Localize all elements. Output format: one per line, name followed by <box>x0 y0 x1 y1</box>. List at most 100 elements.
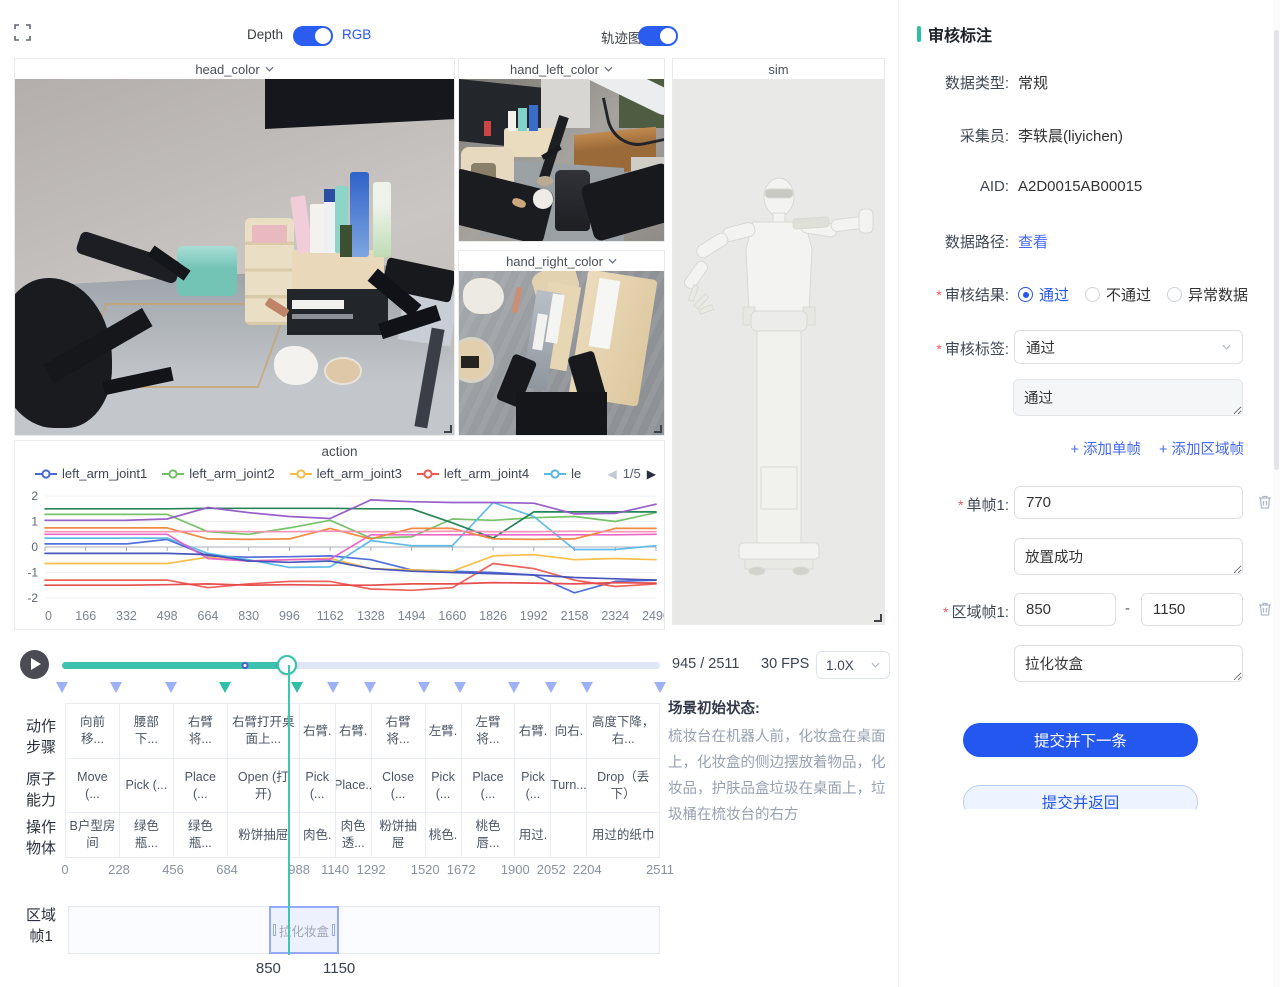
svg-text:664: 664 <box>198 609 219 623</box>
step-column[interactable]: 向前移...Move (...B户型房间 <box>66 704 120 858</box>
step-marker[interactable] <box>545 682 557 693</box>
legend-item[interactable]: left_arm_joint3 <box>290 466 402 481</box>
single-frame-input[interactable] <box>1014 486 1243 519</box>
legend-item[interactable]: le <box>544 466 581 481</box>
timeline-slider[interactable] <box>62 658 660 672</box>
step-marker[interactable] <box>165 682 177 693</box>
step-ability-cell: Drop（丢下） <box>587 759 659 813</box>
region-track[interactable]: 拉化妆盒 <box>68 906 660 954</box>
region-frame-note[interactable]: 拉化妆盒 <box>1014 645 1243 682</box>
play-button[interactable] <box>20 650 49 679</box>
hand-left-camera-header[interactable]: hand_left_color <box>459 59 664 79</box>
region-handle-left[interactable] <box>273 924 276 936</box>
legend-item[interactable]: left_arm_joint4 <box>417 466 529 481</box>
resize-corner[interactable] <box>654 425 662 433</box>
step-column[interactable]: 左臂将...Place (...桃色唇... <box>462 704 516 858</box>
frame-axis-tick: 2204 <box>573 862 602 877</box>
single-frame-note[interactable]: 放置成功 <box>1014 538 1243 575</box>
region-segment[interactable]: 拉化妆盒 <box>269 906 339 954</box>
step-marker[interactable] <box>327 682 339 693</box>
frame-axis-tick: 2052 <box>537 862 566 877</box>
legend-marker <box>162 469 184 479</box>
step-column[interactable]: 右臂.Pick (...肉色. <box>300 704 336 858</box>
step-marker[interactable] <box>508 682 520 693</box>
step-marker[interactable] <box>219 682 231 693</box>
region-end-input[interactable] <box>1141 593 1243 626</box>
region-start-input[interactable] <box>1014 593 1116 626</box>
row-header-ability: 原子能力 <box>20 769 62 811</box>
playhead-line[interactable] <box>288 665 290 955</box>
step-marker[interactable] <box>364 682 376 693</box>
depth-rgb-toggle[interactable] <box>293 26 333 46</box>
step-column[interactable]: 向右.Turn... <box>551 704 587 858</box>
delete-single-frame-icon[interactable] <box>1257 494 1273 510</box>
review-panel: 审核标注 数据类型: 常规 采集员: 李轶晨(liyichen) AID: A2… <box>898 0 1280 987</box>
step-ability-cell: Place (... <box>174 759 227 813</box>
review-result-radio-option[interactable]: 不通过 <box>1085 284 1151 305</box>
chevron-down-icon <box>265 66 274 72</box>
legend-next-icon[interactable]: ▶ <box>647 468 656 480</box>
speed-select[interactable]: 1.0X <box>816 651 890 679</box>
trajectory-toggle[interactable] <box>638 26 678 46</box>
review-result-radio-option[interactable]: 异常数据 <box>1167 284 1248 305</box>
step-object-cell <box>551 813 586 858</box>
legend-pagination: ◀ 1/5 ▶ <box>607 466 656 481</box>
svg-text:0: 0 <box>31 540 38 554</box>
add-region-frame-link[interactable]: + 添加区域帧 <box>1159 438 1244 459</box>
legend-item[interactable]: left_arm_joint2 <box>162 466 274 481</box>
head-camera-image <box>15 79 454 435</box>
review-tag-select[interactable]: 通过 <box>1014 330 1243 364</box>
step-action-cell: 向前移... <box>66 704 119 759</box>
step-column[interactable]: 腰部下...Pick (...绿色瓶... <box>120 704 174 858</box>
scrollbar-thumb[interactable] <box>1274 30 1279 470</box>
step-marker[interactable] <box>654 682 666 693</box>
step-column[interactable]: 右臂将...Close (...粉饼抽屉 <box>372 704 426 858</box>
delete-region-frame-icon[interactable] <box>1257 601 1273 617</box>
legend-prev-icon[interactable]: ◀ <box>607 468 616 480</box>
scene-description: 场景初始状态: 梳妆台在机器人前，化妆盒在桌面上，化妆盒的侧边摆放着物品，化妆品… <box>668 697 896 828</box>
view-link[interactable]: 查看 <box>1018 231 1048 252</box>
svg-text:1826: 1826 <box>479 609 507 623</box>
fps-label: 30 FPS <box>761 656 809 672</box>
region-handle-right[interactable] <box>332 924 335 936</box>
single-frame-dot[interactable] <box>242 662 249 669</box>
step-marker[interactable] <box>110 682 122 693</box>
resize-corner[interactable] <box>874 614 882 622</box>
step-column[interactable]: 左臂.Pick (...桃色. <box>426 704 462 858</box>
title-accent-bar <box>917 26 921 42</box>
step-marker[interactable] <box>418 682 430 693</box>
panel-scrollbar[interactable] <box>1273 0 1280 987</box>
submit-return-button[interactable]: 提交并返回 <box>963 785 1198 809</box>
step-marker[interactable] <box>291 682 303 693</box>
info-row-aid: AID: A2D0015AB00015 <box>917 178 1247 195</box>
step-object-cell: 绿色瓶... <box>120 813 173 858</box>
step-object-cell: 用过. <box>515 813 550 858</box>
step-column[interactable]: 右臂.Place..肉色透... <box>336 704 372 858</box>
resize-corner[interactable] <box>444 425 452 433</box>
fullscreen-icon[interactable] <box>14 24 31 41</box>
region-bound-labels: 8501150 <box>68 960 660 978</box>
head-camera-header[interactable]: head_color <box>15 59 454 79</box>
step-object-cell: 绿色瓶... <box>174 813 227 858</box>
legend-item[interactable]: left_arm_joint1 <box>35 466 147 481</box>
svg-text:2324: 2324 <box>601 609 629 623</box>
frame-axis-tick: 1900 <box>501 862 530 877</box>
step-column[interactable]: 右臂.Pick (...用过. <box>515 704 551 858</box>
step-column[interactable]: 高度下降，右...Drop（丢下）用过的纸巾 <box>587 704 660 858</box>
step-column[interactable]: 右臂将...Place (...绿色瓶... <box>174 704 228 858</box>
action-chart-panel: action left_arm_joint1 left_arm_joint2 l… <box>14 440 665 630</box>
step-object-cell: 桃色唇... <box>462 813 515 858</box>
add-single-frame-link[interactable]: + 添加单帧 <box>1071 438 1142 459</box>
step-marker[interactable] <box>56 682 68 693</box>
hand-right-camera-header[interactable]: hand_right_color <box>459 251 664 271</box>
review-comment-textarea[interactable]: 通过 <box>1013 379 1243 416</box>
black-drawers <box>287 289 388 335</box>
sim-panel-header: sim <box>673 59 884 79</box>
step-markers <box>62 682 660 696</box>
review-result-options: 通过不通过异常数据 <box>1018 284 1248 305</box>
frame-axis: 0228456684988114012921520167219002052220… <box>65 862 660 878</box>
step-marker[interactable] <box>581 682 593 693</box>
step-marker[interactable] <box>454 682 466 693</box>
submit-next-button[interactable]: 提交并下一条 <box>963 723 1198 757</box>
review-result-radio-selected[interactable]: 通过 <box>1018 284 1069 305</box>
